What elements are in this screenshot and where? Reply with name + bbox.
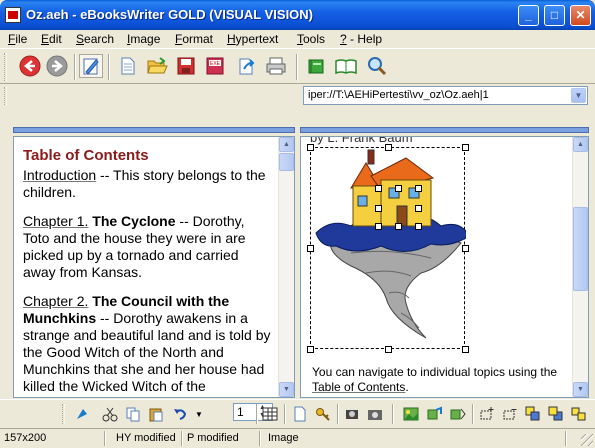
resize-grip[interactable] (581, 434, 593, 446)
maximize-button[interactable]: □ (544, 5, 565, 26)
chapter2-paragraph: Chapter 2. The Council with the Munchkin… (23, 293, 271, 394)
selected-image[interactable] (307, 144, 469, 353)
spin-value: 1 (237, 405, 244, 419)
toc-heading: Table of Contents (23, 147, 149, 164)
book-closed-icon[interactable] (305, 54, 329, 78)
svg-text:EXE: EXE (210, 61, 221, 67)
bring-front-icon[interactable] (524, 405, 542, 423)
scroll-down-icon[interactable]: ▼ (573, 382, 588, 397)
toolbar-grip[interactable] (4, 53, 7, 81)
image-link-icon[interactable] (426, 405, 444, 423)
edit-mode-icon[interactable] (79, 54, 103, 78)
copy-icon[interactable] (124, 405, 142, 423)
navigation-hint: You can navigate to individual topics us… (312, 365, 558, 394)
status-image-size: 157x200 (4, 432, 47, 444)
scroll-down-icon[interactable]: ▼ (279, 382, 294, 397)
table-icon[interactable] (261, 405, 279, 423)
menu-edit[interactable]: Edit (41, 32, 62, 46)
hyperlink-icon[interactable] (73, 405, 91, 423)
format-toolbar: ▼ 1 ▲ ▼ (0, 399, 595, 427)
menu-search[interactable]: Search (76, 32, 114, 46)
publish-icon[interactable] (234, 54, 258, 78)
menu-bar: File Edit Search Image Format Hypertext … (0, 30, 595, 48)
remove-hotspot-icon[interactable] (501, 405, 519, 423)
chapter2-link[interactable]: Chapter 2. (23, 293, 88, 309)
align-icon[interactable] (570, 405, 588, 423)
add-hotspot-icon[interactable] (478, 405, 496, 423)
status-bar: 157x200 HY modified P modified Image (0, 428, 595, 448)
status-p: P modified (187, 432, 239, 444)
minimize-button[interactable]: _ (518, 5, 539, 26)
image-hotspot-icon[interactable] (449, 405, 467, 423)
undo-icon[interactable] (171, 405, 189, 423)
address-combo[interactable]: iper://T:\AEHiPertesti\vv_oz\Oz.aeh|1 ▼ (303, 86, 588, 105)
menu-image[interactable]: Image (127, 32, 160, 46)
key-icon[interactable] (314, 405, 332, 423)
menu-hypertext[interactable]: Hypertext (227, 32, 278, 46)
chevron-down-icon[interactable]: ▼ (571, 88, 586, 103)
open-folder-icon[interactable] (145, 54, 169, 78)
title-bar[interactable]: Oz.aeh - eBooksWriter GOLD (VISUAL VISIO… (0, 0, 595, 30)
export-exe-icon[interactable]: EXE (203, 54, 227, 78)
address-row: iper://T:\AEHiPertesti\vv_oz\Oz.aeh|1 ▼ (0, 84, 595, 124)
page-icon[interactable] (291, 405, 309, 423)
toc-link[interactable]: Table of Contents (312, 380, 405, 394)
forward-icon[interactable] (45, 54, 69, 78)
book-open-icon[interactable] (334, 54, 358, 78)
menu-help[interactable]: ? - Help (340, 32, 382, 46)
introduction-link[interactable]: Introduction (23, 167, 96, 183)
right-pane-ruler[interactable] (300, 127, 589, 133)
status-mode: Image (268, 432, 299, 444)
status-hy: HY modified (116, 432, 176, 444)
main-toolbar: EXE (0, 48, 595, 84)
left-vertical-scrollbar[interactable]: ▲ ▼ (278, 137, 294, 397)
search-icon[interactable] (365, 54, 389, 78)
screenshot-icon[interactable] (366, 405, 384, 423)
new-document-icon[interactable] (116, 54, 140, 78)
scroll-up-icon[interactable]: ▲ (279, 137, 294, 152)
scroll-up-icon[interactable]: ▲ (573, 137, 588, 152)
insert-image-icon[interactable] (402, 405, 420, 423)
close-button[interactable]: ✕ (570, 5, 591, 26)
chapter1-paragraph: Chapter 1. The Cyclone -- Dorothy, Toto … (23, 213, 246, 280)
chapter1-link[interactable]: Chapter 1. (23, 213, 88, 229)
window-title: Oz.aeh - eBooksWriter GOLD (VISUAL VISIO… (26, 7, 314, 22)
left-pane-ruler[interactable] (13, 127, 295, 133)
scroll-thumb[interactable] (279, 153, 294, 171)
media-icon[interactable] (343, 405, 361, 423)
menu-file[interactable]: File (8, 32, 27, 46)
cut-icon[interactable] (101, 405, 119, 423)
send-back-icon[interactable] (547, 405, 565, 423)
address-value: iper://T:\AEHiPertesti\vv_oz\Oz.aeh|1 (308, 89, 489, 101)
app-icon[interactable] (5, 7, 21, 23)
print-icon[interactable] (264, 54, 288, 78)
menu-format[interactable]: Format (175, 32, 213, 46)
preview-pane[interactable]: by L. Frank Baum You can navigate to ind… (300, 136, 589, 398)
text-pane[interactable]: Table of Contents Introduction -- This s… (13, 136, 295, 398)
back-icon[interactable] (18, 54, 42, 78)
undo-dropdown-icon[interactable]: ▼ (190, 405, 208, 423)
house-tornado-illustration (315, 149, 466, 339)
ruler (0, 124, 595, 136)
paste-icon[interactable] (147, 405, 165, 423)
intro-paragraph: Introduction -- This story belongs to th… (23, 167, 266, 200)
scroll-thumb[interactable] (573, 207, 588, 291)
menu-tools[interactable]: Tools (297, 32, 325, 46)
right-vertical-scrollbar[interactable]: ▲ ▼ (572, 137, 588, 397)
author-line: by L. Frank Baum (310, 136, 413, 145)
save-icon[interactable] (174, 54, 198, 78)
